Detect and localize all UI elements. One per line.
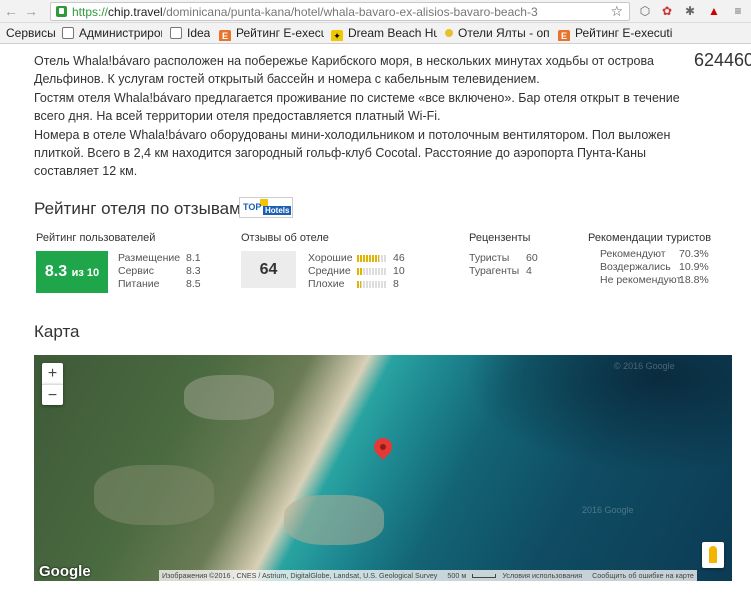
map-title: Карта	[34, 322, 80, 341]
extension-gear-icon[interactable]: ✱	[683, 4, 697, 18]
url-path: /dominicana/punta-kana/hotel/whala-bavar…	[162, 5, 538, 19]
logo-hotels: Hotels	[263, 206, 292, 215]
recommendations-item-label: Рекомендуют	[600, 248, 666, 260]
zoom-in-button[interactable]: +	[42, 363, 63, 384]
bookmark-star-icon[interactable]: ☆	[610, 3, 623, 20]
map-watermark: © 2016 Google	[614, 361, 675, 371]
description-paragraph: Отель Whala!bávaro расположен на побереж…	[34, 54, 654, 87]
bookmark-label: Dream Beach Hut	[348, 26, 437, 40]
reviews-item-value: 8	[393, 278, 399, 290]
satellite-map[interactable]: © 2016 Google 2016 Google + − Google Изо…	[34, 355, 732, 581]
url-text: https://chip.travel/dominicana/punta-kan…	[72, 4, 538, 20]
bookmark-label: Рейтинг E-executi	[575, 26, 673, 40]
reviewers-item-value: 60	[526, 252, 538, 264]
reviewers-item-label: Туристы	[469, 252, 510, 264]
reviews-item-value: 10	[393, 265, 405, 277]
bookmark-rating-2[interactable]: E Рейтинг E-executi	[558, 25, 678, 41]
user-rating-item-label: Сервис	[118, 265, 154, 277]
description-paragraph: Номера в отеле Whala!bávaro оборудованы …	[34, 127, 671, 179]
reviews-bar-fill	[357, 268, 362, 275]
browser-toolbar: ← → https://chip.travel/dominicana/punta…	[0, 0, 751, 23]
reviewers-item-value: 4	[526, 265, 532, 277]
logo-top: TOP	[243, 202, 262, 212]
map-attribution: Изображения ©2016 , CNES / Astrium, Digi…	[162, 571, 438, 580]
user-score: 8.3	[44, 263, 68, 280]
forward-arrow-icon[interactable]: →	[23, 3, 39, 19]
extension-pdf-icon[interactable]: ▲	[707, 4, 721, 18]
scale-bar	[472, 574, 497, 578]
map-watermark: 2016 Google	[582, 505, 634, 515]
zoom-out-button[interactable]: −	[42, 384, 63, 405]
recommendations-item-value: 10.9%	[679, 261, 709, 273]
e-brand-icon: E	[558, 30, 570, 41]
description-paragraph: Гостям отеля Whala!bávaro предлагается п…	[34, 90, 680, 124]
reviews-item-label: Хорошие	[308, 252, 353, 264]
map-urban-area	[184, 375, 274, 420]
map-scale[interactable]: 500 м	[447, 571, 466, 580]
user-rating-item-label: Питание	[118, 278, 160, 290]
reviews-item-label: Плохие	[308, 278, 345, 290]
reviewers-label: Рецензенты	[469, 232, 531, 244]
bookmark-dream-beach[interactable]: ✦ Dream Beach Hut	[331, 25, 437, 41]
user-rating-item-value: 8.1	[186, 252, 201, 264]
hotel-description: Отель Whala!bávaro расположен на побереж…	[34, 52, 704, 181]
bookmark-label: Отели Ялты - опи	[458, 26, 550, 40]
recommendations-item-label: Не рекомендуют	[600, 274, 682, 286]
bookmark-label: Рейтинг E-executi	[236, 26, 324, 40]
url-scheme: https://	[72, 5, 109, 19]
dream-beach-icon: ✦	[331, 30, 343, 41]
reviews-item-label: Средние	[308, 265, 351, 277]
bookmark-label: Сервисы	[6, 26, 56, 40]
yellow-dot-icon	[445, 29, 453, 37]
reviews-bar	[357, 255, 387, 262]
document-icon	[170, 27, 182, 39]
map-attribution-bar: Изображения ©2016 , CNES / Astrium, Digi…	[159, 570, 697, 581]
tophotels-logo[interactable]: TOP Hotels	[239, 197, 293, 218]
hotel-page-content: 624460 Отель Whala!bávaro расположен на …	[34, 44, 751, 600]
extension-color-wheel-icon[interactable]: ✿	[660, 4, 674, 18]
bookmark-idea[interactable]: Idea	[170, 25, 210, 41]
user-rating-item-value: 8.5	[186, 278, 201, 290]
document-icon	[62, 27, 74, 39]
reviews-bar-fill	[357, 255, 379, 262]
address-bar[interactable]: https://chip.travel/dominicana/punta-kan…	[50, 2, 630, 21]
map-urban-area	[94, 465, 214, 525]
map-urban-area	[284, 495, 384, 545]
back-arrow-icon[interactable]: ←	[3, 3, 19, 19]
recommendations-item-value: 18.8%	[679, 274, 709, 286]
reviews-item-value: 46	[393, 252, 405, 264]
bookmark-apps[interactable]: Сервисы	[6, 25, 56, 41]
recommendations-item-label: Воздержались	[600, 261, 671, 273]
user-rating-item-label: Размещение	[118, 252, 181, 264]
rating-title: Рейтинг отеля по отзывам	[34, 199, 241, 218]
user-score-badge: 8.3 из 10	[36, 251, 108, 293]
recommendations-item-value: 70.3%	[679, 248, 709, 260]
bookmark-admin[interactable]: Администрирова	[62, 25, 162, 41]
user-rating-label: Рейтинг пользователей	[36, 232, 156, 244]
bookmarks-bar: Сервисы Администрирова Idea E Рейтинг E-e…	[0, 23, 751, 44]
reviews-bar	[357, 281, 387, 288]
google-logo[interactable]: Google	[39, 563, 91, 580]
bookmark-label: Idea	[187, 26, 211, 40]
street-view-pegman-icon[interactable]	[702, 542, 724, 568]
menu-icon[interactable]: ≡	[731, 4, 745, 18]
reviews-bar-fill	[357, 281, 361, 288]
user-rating-item-value: 8.3	[186, 265, 201, 277]
lock-icon	[56, 6, 67, 17]
url-host: chip.travel	[108, 5, 163, 19]
reviews-bar	[357, 268, 387, 275]
reviews-total: 64	[241, 251, 296, 288]
extension-puzzle-icon[interactable]: ⬡	[638, 4, 652, 18]
map-terms-link[interactable]: Условия использования	[502, 571, 582, 580]
reviewers-item-label: Турагенты	[469, 265, 520, 277]
e-brand-icon: E	[219, 30, 231, 41]
bookmark-label: Администрирова	[79, 26, 162, 40]
bookmark-rating-1[interactable]: E Рейтинг E-executi	[219, 25, 324, 41]
bookmark-yalta[interactable]: Отели Ялты - опи	[445, 25, 550, 41]
recommendations-label: Рекомендации туристов	[588, 232, 712, 244]
map-report-link[interactable]: Сообщить об ошибке на карте	[592, 571, 694, 580]
user-score-suffix: из 10	[71, 267, 100, 279]
reviews-label: Отзывы об отеле	[241, 232, 329, 244]
